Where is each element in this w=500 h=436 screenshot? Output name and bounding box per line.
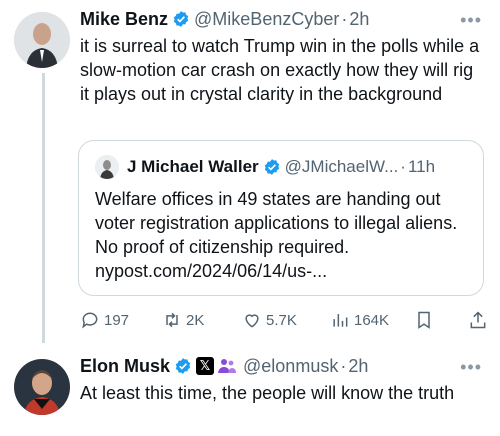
quoted-tweet-header: J Michael Waller @JMichaelW... · 11h xyxy=(95,155,435,179)
quoted-timestamp: 11h xyxy=(407,157,436,176)
quoted-avatar xyxy=(95,155,119,179)
reply-button[interactable]: 197 xyxy=(80,308,129,332)
tweet-mike-benz[interactable]: Mike Benz @MikeBenzCyber · 2h ••• it is … xyxy=(0,0,500,340)
reply-icon xyxy=(82,312,98,329)
quoted-author-handle: @JMichaelW... xyxy=(284,157,399,176)
tweet-text: it is surreal to watch Trump win in the … xyxy=(80,36,480,104)
like-icon xyxy=(245,314,259,328)
repost-icon xyxy=(166,312,178,328)
bookmark-icon xyxy=(418,311,430,329)
tweet-text: At least this time, the people will know… xyxy=(80,383,455,403)
x-affiliate-icon[interactable]: 𝕏 xyxy=(196,357,215,375)
verified-badge-icon xyxy=(173,11,189,27)
bookmark-button[interactable] xyxy=(414,308,438,332)
quoted-tweet-text: Welfare offices in 49 states are handing… xyxy=(95,189,458,281)
timestamp[interactable]: 2h xyxy=(349,8,369,30)
tweet-header: Mike Benz @MikeBenzCyber · 2h xyxy=(80,8,369,30)
reply-count: 197 xyxy=(104,311,130,329)
avatar[interactable] xyxy=(14,359,70,415)
separator-dot: · xyxy=(341,9,348,29)
group-icon xyxy=(218,359,237,373)
views-count: 164K xyxy=(354,311,390,329)
views-button[interactable]: 164K xyxy=(330,308,389,332)
quoted-author-name: J Michael Waller xyxy=(127,157,259,176)
author-name[interactable]: Mike Benz xyxy=(80,8,168,30)
share-button[interactable] xyxy=(468,308,492,332)
more-icon[interactable]: ••• xyxy=(460,357,482,378)
repost-count: 2K xyxy=(186,311,205,329)
like-button[interactable]: 5.7K xyxy=(242,308,297,332)
tweet-header: Elon Musk 𝕏 @elonmusk · 2h xyxy=(80,355,368,377)
avatar[interactable] xyxy=(14,12,70,68)
quoted-tweet[interactable]: J Michael Waller @JMichaelW... · 11h Wel… xyxy=(78,140,484,296)
separator-dot: · xyxy=(400,157,406,176)
verified-badge-icon xyxy=(175,358,191,374)
views-icon xyxy=(333,314,348,327)
repost-button[interactable]: 2K xyxy=(162,308,204,332)
author-name[interactable]: Elon Musk xyxy=(80,355,170,377)
author-handle[interactable]: @elonmusk xyxy=(243,355,338,377)
tweet-elon-musk[interactable]: Elon Musk 𝕏 @elonmusk · 2h ••• At least … xyxy=(0,345,500,436)
more-icon[interactable]: ••• xyxy=(460,10,482,31)
share-icon xyxy=(470,311,486,329)
like-count: 5.7K xyxy=(266,311,297,329)
verified-badge-icon xyxy=(264,159,279,175)
tweet-action-bar: 197 2K 5.7K 164K xyxy=(80,308,488,332)
author-handle[interactable]: @MikeBenzCyber xyxy=(194,8,339,30)
timestamp[interactable]: 2h xyxy=(348,355,368,377)
separator-dot: · xyxy=(340,356,347,376)
